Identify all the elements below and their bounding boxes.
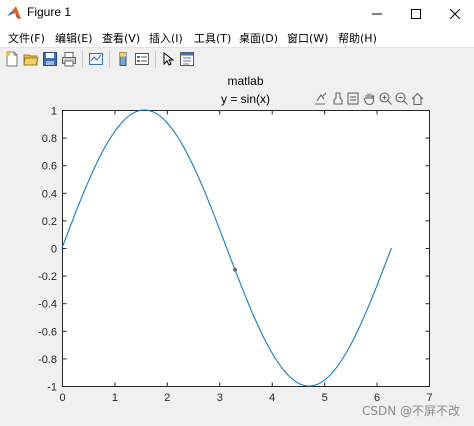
y-tick-label: -0.6 xyxy=(38,326,57,338)
save-icon[interactable] xyxy=(42,51,58,67)
menu-help[interactable]: 帮助(H) xyxy=(338,30,377,46)
chart-title: matlab xyxy=(227,74,263,88)
y-tick-label: -0.4 xyxy=(38,299,57,311)
y-tick-label: 1 xyxy=(51,106,57,118)
x-tick-label: 1 xyxy=(112,392,118,404)
pan-icon[interactable] xyxy=(363,93,375,106)
chart-subtitle: y = sin(x) xyxy=(221,92,270,106)
window-title: Figure 1 xyxy=(27,5,72,19)
y-tick-label: -0.8 xyxy=(38,354,57,366)
print-icon[interactable] xyxy=(61,51,77,67)
y-tick-label: -1 xyxy=(47,382,57,394)
edit-plot-icon[interactable] xyxy=(160,51,176,67)
maximize-icon xyxy=(410,8,421,19)
figure-canvas: matlab y = sin(x) 0 1 2 3 4 5 6 7 -1 -0.… xyxy=(0,70,474,426)
brush-icon[interactable] xyxy=(333,92,343,105)
new-figure-icon[interactable] xyxy=(4,51,20,67)
figure-toolbar xyxy=(0,47,474,71)
matlab-icon xyxy=(7,6,21,19)
zoom-in-icon[interactable] xyxy=(379,92,392,105)
toolbar-separator xyxy=(155,51,156,68)
y-tick-label: -0.2 xyxy=(38,271,57,283)
open-icon[interactable] xyxy=(23,51,39,67)
toolbar-separator xyxy=(109,51,110,68)
menu-bar: 文件(F) 编辑(E) 查看(V) 插入(I) 工具(T) 桌面(D) 窗口(W… xyxy=(0,27,474,47)
y-tick-label: 0.4 xyxy=(42,188,57,200)
x-tick-label: 0 xyxy=(59,392,65,404)
menu-window[interactable]: 窗口(W) xyxy=(287,30,328,46)
y-tick-label: 0.8 xyxy=(42,133,57,145)
link-plot-icon[interactable] xyxy=(88,51,104,67)
watermark-text: CSDN @不屏不改 xyxy=(361,404,460,418)
x-tick-label: 3 xyxy=(217,392,223,404)
insert-legend-icon[interactable] xyxy=(134,51,150,67)
data-point-marker xyxy=(233,267,238,272)
axes-background xyxy=(62,110,430,387)
export-icon[interactable] xyxy=(315,92,327,105)
menu-insert[interactable]: 插入(I) xyxy=(149,30,183,46)
property-inspector-icon[interactable] xyxy=(179,51,195,67)
minimize-icon xyxy=(371,13,382,14)
minimize-button[interactable] xyxy=(357,0,396,27)
close-icon xyxy=(449,8,460,19)
menu-edit[interactable]: 编辑(E) xyxy=(55,30,93,46)
zoom-out-icon[interactable] xyxy=(395,92,408,105)
plot-area: matlab y = sin(x) 0 1 2 3 4 5 6 7-1-0.8-… xyxy=(38,74,433,404)
menu-tools[interactable]: 工具(T) xyxy=(194,30,231,46)
maximize-button[interactable] xyxy=(396,0,435,27)
y-tick-label: 0 xyxy=(51,244,57,256)
toolbar-separator xyxy=(82,51,83,68)
x-tick-label: 2 xyxy=(164,392,170,404)
home-icon[interactable] xyxy=(411,92,424,106)
close-button[interactable] xyxy=(435,0,474,27)
axes-toolbar xyxy=(315,92,424,106)
window-titlebar: Figure 1 xyxy=(0,0,474,27)
y-tick-label: 0.2 xyxy=(42,216,57,228)
menu-desktop[interactable]: 桌面(D) xyxy=(239,30,278,46)
x-tick-label: 4 xyxy=(269,392,275,404)
x-tick-label: 5 xyxy=(322,392,328,404)
data-tips-icon[interactable] xyxy=(347,92,359,105)
menu-view[interactable]: 查看(V) xyxy=(102,30,140,46)
menu-file[interactable]: 文件(F) xyxy=(8,30,45,46)
y-tick-label: 0.6 xyxy=(42,161,57,173)
insert-colorbar-icon[interactable] xyxy=(115,51,131,67)
